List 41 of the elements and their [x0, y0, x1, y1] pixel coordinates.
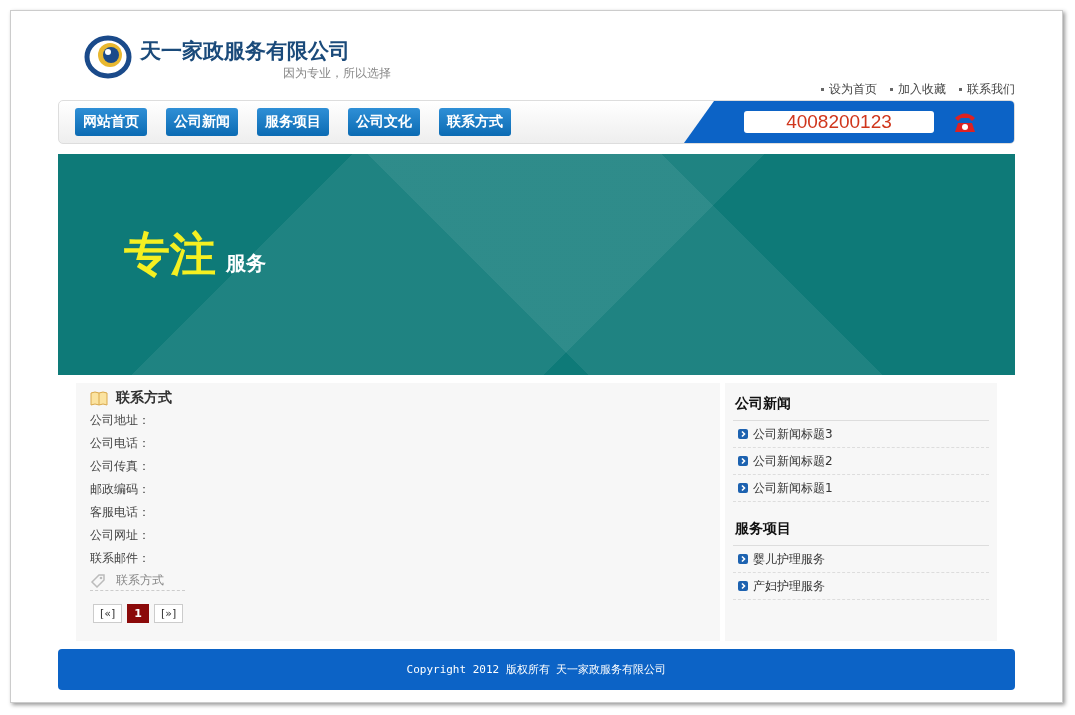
nav-tab[interactable]: 联系方式 — [439, 108, 511, 136]
panel-title: 联系方式 — [116, 389, 172, 407]
section-title: 服务项目 — [733, 516, 989, 546]
tag-link[interactable]: 联系方式 — [116, 572, 164, 589]
pagination-button[interactable]: [»] — [154, 604, 184, 623]
nav-tab[interactable]: 公司文化 — [348, 108, 420, 136]
slogan: 因为专业，所以选择 — [283, 64, 391, 82]
contact-field-label: 客服电话： — [90, 504, 151, 521]
contact-field-label: 公司网址： — [90, 527, 151, 544]
sidebar-link[interactable]: 婴儿护理服务 — [753, 550, 825, 568]
contact-field-label: 联系邮件： — [90, 550, 151, 567]
chevron-icon — [738, 483, 748, 493]
nav-tab[interactable]: 服务项目 — [257, 108, 329, 136]
contact-field-label: 邮政编码： — [90, 481, 151, 498]
banner-headline: 专注 — [124, 226, 216, 283]
tag-icon — [90, 572, 106, 589]
pagination-button[interactable]: 1 — [127, 604, 149, 623]
pagination-button[interactable]: [«] — [93, 604, 123, 623]
chevron-icon — [738, 581, 748, 591]
banner-subline: 服务 — [226, 250, 266, 277]
contact-field-label: 公司电话： — [90, 435, 151, 452]
chevron-icon — [738, 554, 748, 564]
nav-tab[interactable]: 网站首页 — [75, 108, 147, 136]
contact-field-label: 公司传真： — [90, 458, 151, 475]
top-link[interactable]: 设为首页 — [818, 81, 877, 98]
telephone-icon — [952, 111, 978, 133]
top-link[interactable]: 联系我们 — [956, 81, 1015, 98]
chevron-icon — [738, 456, 748, 466]
sidebar-link[interactable]: 产妇护理服务 — [753, 577, 825, 595]
copyright-text: Copyright 2012 版权所有 天一家政服务有限公司 — [406, 662, 667, 677]
chevron-icon — [738, 429, 748, 439]
top-link[interactable]: 加入收藏 — [887, 81, 946, 98]
sidebar-link[interactable]: 公司新闻标题1 — [753, 479, 833, 497]
sidebar-link[interactable]: 公司新闻标题2 — [753, 452, 833, 470]
contact-field-label: 公司地址： — [90, 412, 151, 429]
phone-number: 4008200123 — [744, 111, 934, 133]
book-icon — [90, 390, 108, 406]
nav-tab[interactable]: 公司新闻 — [166, 108, 238, 136]
section-title: 公司新闻 — [733, 391, 989, 421]
company-name: 天一家政服务有限公司 — [140, 36, 351, 65]
sidebar-link[interactable]: 公司新闻标题3 — [753, 425, 833, 443]
